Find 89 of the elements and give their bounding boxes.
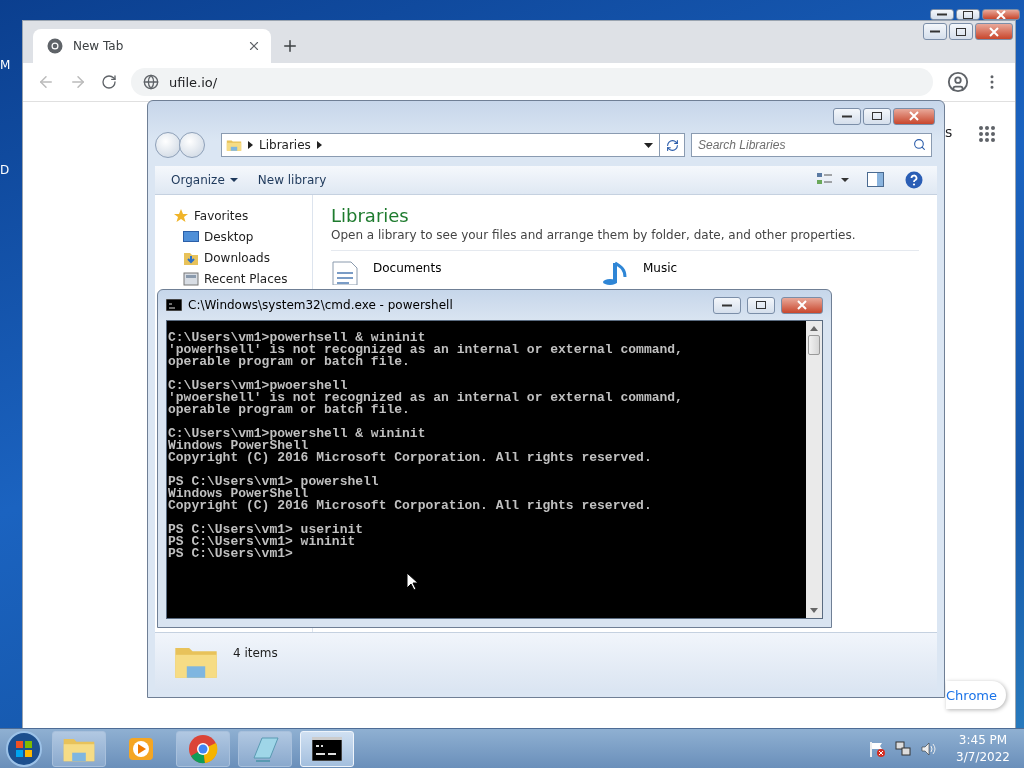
close-icon bbox=[909, 111, 919, 121]
maximize-button[interactable] bbox=[949, 23, 973, 40]
chrome-icon bbox=[47, 38, 63, 54]
console-line: 'powerhsell' is not recognized as an internal or external command, bbox=[168, 344, 684, 356]
command-prompt-icon bbox=[312, 736, 342, 761]
nav-item[interactable]: Recent Places bbox=[173, 270, 312, 288]
new-tab-icon[interactable] bbox=[281, 37, 299, 55]
refresh-icon bbox=[665, 138, 679, 152]
close-button[interactable] bbox=[893, 107, 935, 125]
close-button[interactable] bbox=[975, 23, 1013, 40]
toolbar-button[interactable]: Organize bbox=[163, 170, 246, 190]
scrollbar[interactable] bbox=[806, 321, 822, 618]
apps-grid-icon[interactable] bbox=[978, 125, 996, 143]
console-line: PS C:\Users\vm1> powershell bbox=[168, 476, 380, 488]
maximize-icon bbox=[756, 301, 766, 309]
description-text: Open a library to see your files and arrange them by folder, date, and other properties. bbox=[331, 228, 919, 251]
console-line: C:\Users\vm1>powerhsell & wininit bbox=[168, 332, 427, 344]
command-prompt-icon bbox=[166, 299, 182, 311]
library-item[interactable]: Music bbox=[601, 261, 751, 285]
console-line: Windows PowerShell bbox=[168, 440, 309, 452]
console-line: Copyright (C) 2016 Microsoft Corporation. All rights reserved. bbox=[168, 452, 653, 464]
help-icon[interactable] bbox=[905, 171, 923, 189]
search-icon bbox=[913, 138, 926, 151]
scroll-up-icon[interactable] bbox=[810, 325, 818, 331]
maximize-icon bbox=[872, 112, 882, 120]
close-icon bbox=[989, 26, 999, 37]
minimize-button[interactable] bbox=[930, 9, 954, 20]
nav-item[interactable]: Downloads bbox=[173, 249, 312, 267]
scrollbar-thumb[interactable] bbox=[808, 335, 820, 355]
reload-icon[interactable] bbox=[101, 74, 117, 90]
breadcrumb-item[interactable]: Libraries bbox=[259, 138, 311, 152]
library-folder-icon bbox=[226, 138, 242, 152]
console-line: operable program or batch file. bbox=[168, 356, 411, 368]
document-icon bbox=[331, 261, 359, 285]
console-line: Windows PowerShell bbox=[168, 488, 309, 500]
minimize-button[interactable] bbox=[923, 23, 947, 40]
console-line: PS C:\Users\vm1> wininit bbox=[168, 536, 357, 548]
dropdown-caret-icon[interactable] bbox=[644, 142, 653, 148]
caret-icon bbox=[229, 178, 238, 182]
start-button[interactable] bbox=[4, 729, 44, 768]
mouse-pointer-icon bbox=[406, 572, 418, 591]
console-line: operable program or batch file. bbox=[168, 404, 411, 416]
page-heading: Libraries bbox=[331, 205, 410, 226]
address-field[interactable]: Libraries bbox=[221, 133, 685, 157]
close-button[interactable] bbox=[781, 296, 823, 314]
minimize-icon bbox=[722, 303, 732, 307]
maximize-button[interactable] bbox=[956, 9, 980, 20]
close-icon bbox=[797, 300, 807, 310]
minimize-icon bbox=[930, 30, 940, 33]
network-icon[interactable] bbox=[894, 739, 913, 758]
page-link-fragment[interactable]: s bbox=[945, 124, 953, 140]
chevron-icon bbox=[248, 141, 253, 149]
desktop-icon-label: D bbox=[0, 163, 10, 177]
chrome-icon bbox=[188, 733, 218, 764]
preview-pane-icon[interactable] bbox=[867, 172, 885, 188]
console-line: C:\Users\vm1>pwoershell bbox=[168, 380, 348, 392]
minimize-icon bbox=[937, 13, 947, 16]
profile-icon[interactable] bbox=[947, 71, 969, 93]
nav-item[interactable]: Favorites bbox=[173, 207, 312, 225]
console-line: Copyright (C) 2016 Microsoft Corporation. All rights reserved. bbox=[168, 500, 653, 512]
library-item[interactable]: Documents bbox=[331, 261, 601, 285]
download-folder-icon bbox=[183, 250, 199, 266]
window-title: C:\Windows\system32\cmd.exe - powershell bbox=[188, 298, 454, 312]
monitor-icon bbox=[183, 230, 199, 244]
console-line: PS C:\Users\vm1> bbox=[168, 548, 294, 560]
maximize-button[interactable] bbox=[747, 296, 775, 314]
music-note-icon bbox=[601, 261, 629, 285]
minimize-icon bbox=[842, 114, 852, 118]
action-center-flag-icon[interactable] bbox=[868, 739, 887, 758]
item-count: 4 items bbox=[233, 646, 278, 660]
toolbar-button[interactable]: New library bbox=[249, 170, 335, 190]
scroll-down-icon[interactable] bbox=[810, 608, 818, 614]
maximize-button[interactable] bbox=[863, 107, 891, 125]
customize-chrome-button[interactable]: Chrome bbox=[946, 681, 1006, 709]
chevron-icon bbox=[316, 141, 322, 149]
close-button[interactable] bbox=[982, 9, 1020, 20]
search-field[interactable]: Search Libraries bbox=[691, 133, 932, 157]
address-text: ufile.io/ bbox=[169, 74, 218, 90]
nav-item[interactable]: Desktop bbox=[173, 228, 312, 246]
close-tab-icon[interactable] bbox=[247, 39, 261, 53]
globe-icon bbox=[143, 74, 159, 90]
address-bar[interactable]: ufile.io/ bbox=[131, 68, 933, 96]
star-icon bbox=[173, 208, 189, 224]
browser-tab[interactable]: New Tab bbox=[33, 29, 271, 63]
console-line: C:\Users\vm1>powershell & wininit bbox=[168, 428, 427, 440]
desktop-icon-label: M bbox=[0, 58, 11, 72]
console-line: 'pwoershell' is not recognized as an internal or external command, bbox=[168, 392, 684, 404]
recent-places-icon bbox=[183, 271, 199, 287]
console-line: PS C:\Users\vm1> userinit bbox=[168, 524, 365, 536]
